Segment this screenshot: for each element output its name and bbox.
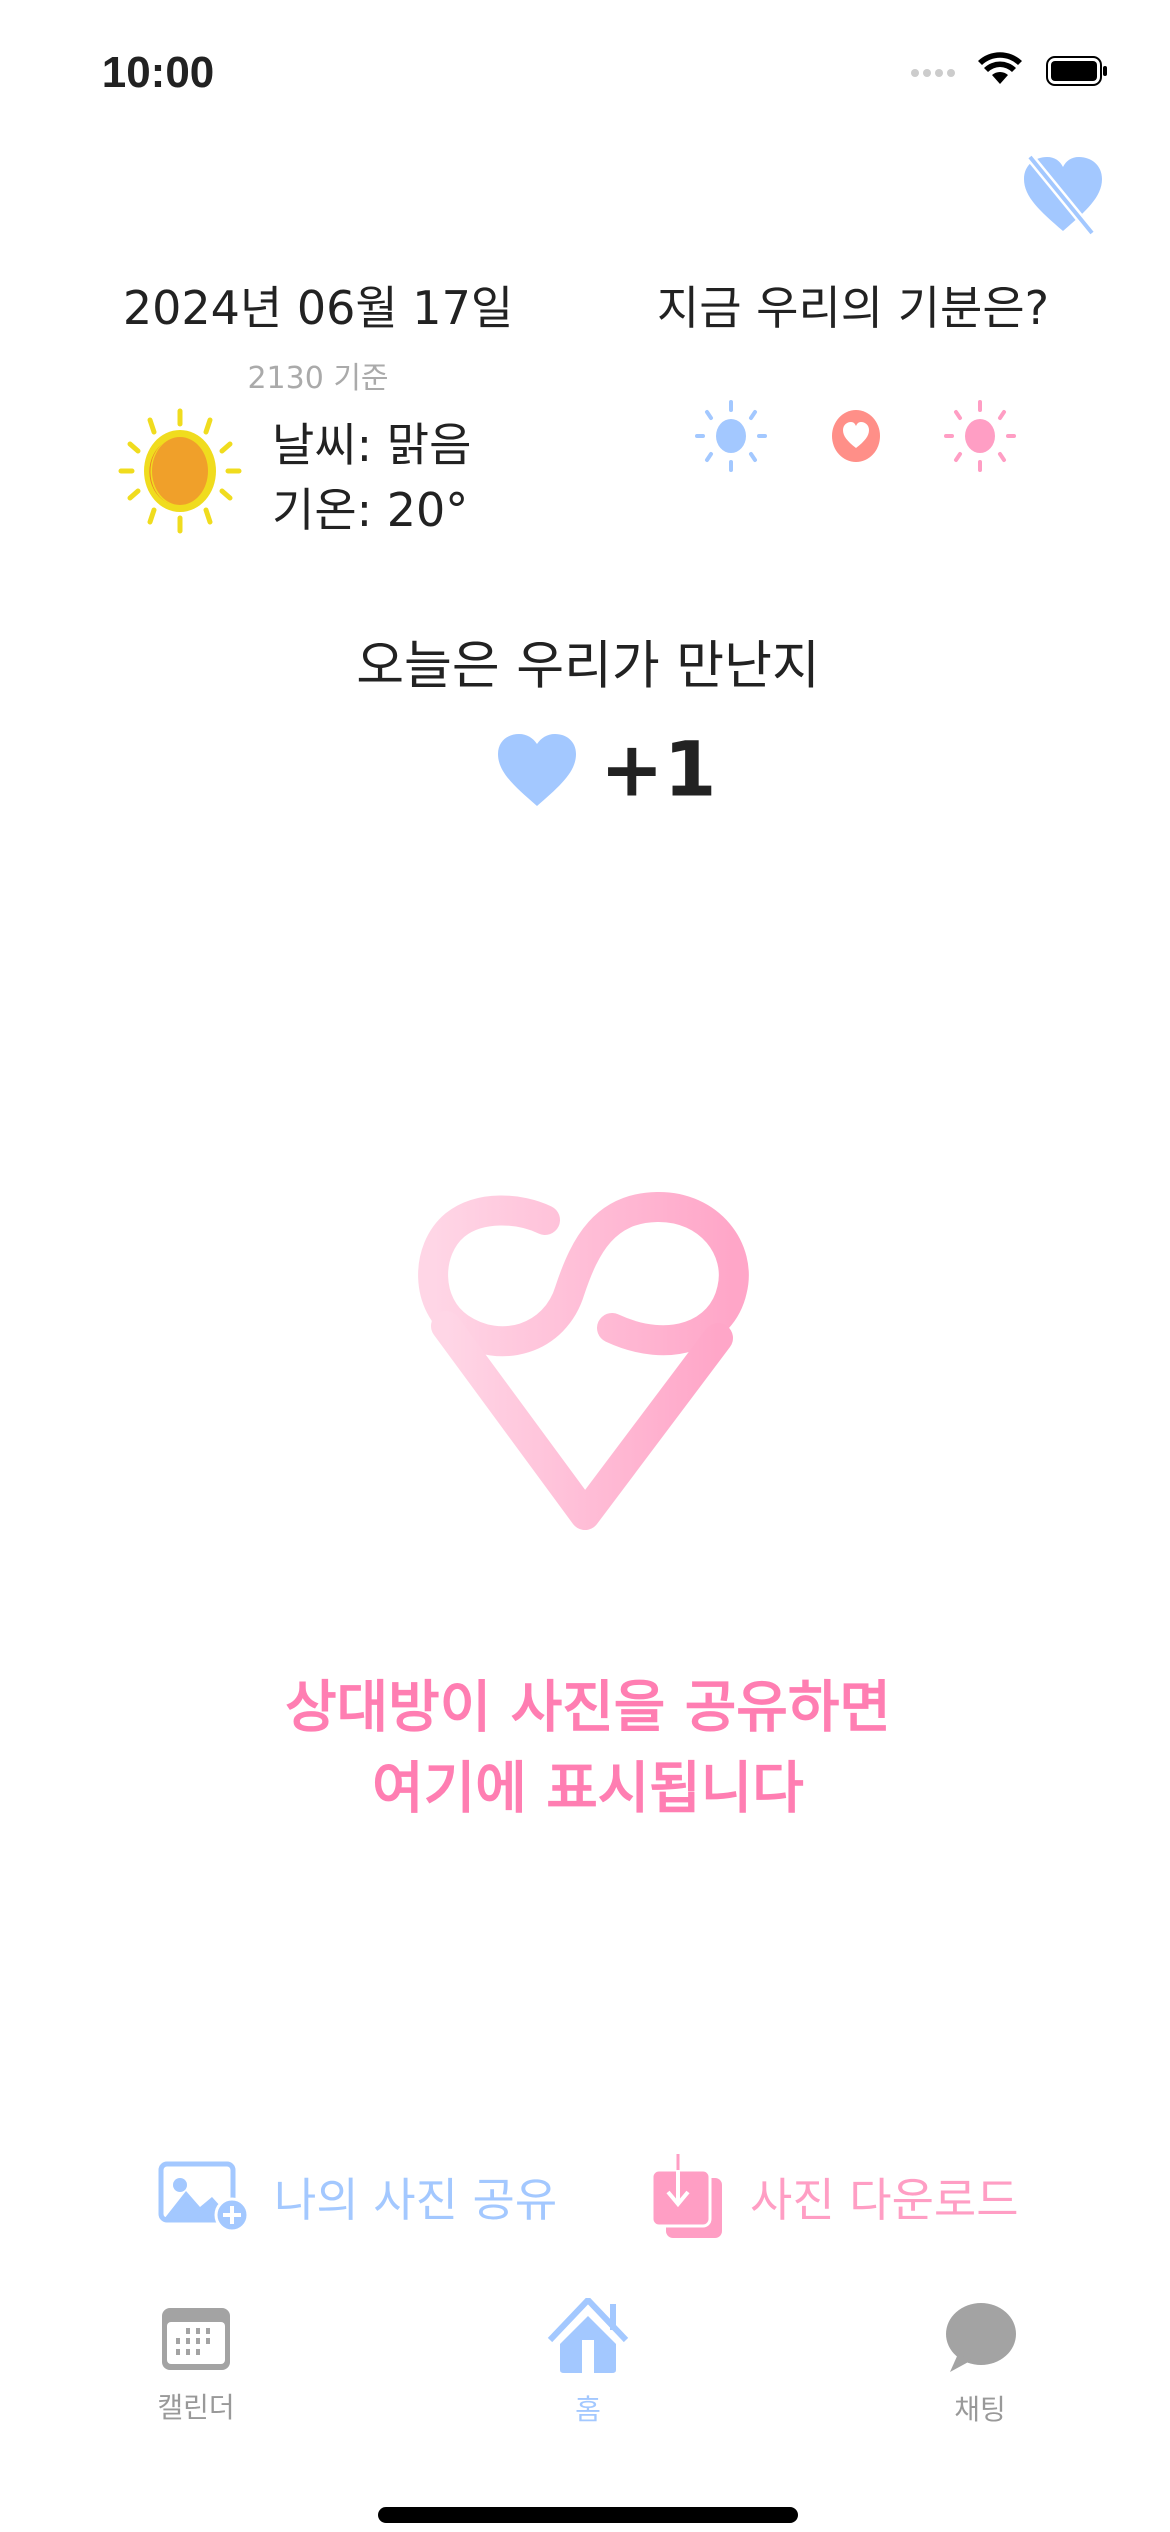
sun-icon: [118, 408, 242, 534]
anniversary-title: 오늘은 우리가 만난지: [356, 636, 820, 697]
tab-calendar[interactable]: 캘린더: [96, 2306, 296, 2426]
calendar-icon: [162, 2308, 230, 2370]
tab-chat[interactable]: 채팅: [880, 2302, 1080, 2428]
mood-heart-icon[interactable]: [830, 408, 882, 464]
empty-photo-message-line2: 여기에 표시됩니다: [372, 1756, 804, 1822]
battery-icon: [1046, 56, 1107, 86]
photo-add-icon: [158, 2161, 250, 2233]
weather-condition: 날씨: 맑음: [272, 418, 472, 472]
share-photo-button[interactable]: 나의 사진 공유: [158, 2161, 557, 2233]
share-photo-label: 나의 사진 공유: [274, 2173, 558, 2227]
heart-icon: [498, 734, 576, 806]
empty-photo-message-line1: 상대방이 사진을 공유하면: [285, 1675, 891, 1741]
heart-slash-button[interactable]: [1020, 155, 1106, 235]
status-time: 10:00: [101, 48, 215, 97]
tab-calendar-label: 캘린더: [157, 2391, 235, 2424]
days-count: +1: [600, 724, 717, 814]
tab-home[interactable]: 홈: [488, 2298, 688, 2428]
chat-bubble-icon: [946, 2303, 1016, 2372]
weather-basis-time: 2130 기준: [247, 361, 389, 396]
mood-sun-blue-icon[interactable]: [695, 400, 767, 472]
app-logo-icon: [418, 1191, 749, 1530]
temperature: 기온: 20°: [272, 483, 469, 537]
download-icon: [650, 2154, 722, 2238]
tab-home-label: 홈: [575, 2393, 601, 2426]
mood-question: 지금 우리의 기분은?: [656, 281, 1050, 335]
download-photo-button[interactable]: 사진 다운로드: [650, 2154, 1019, 2240]
today-date: 2024년 06월 17일: [122, 281, 514, 335]
tab-chat-label: 채팅: [954, 2393, 1006, 2426]
home-icon: [547, 2298, 629, 2373]
home-indicator: [378, 2507, 798, 2523]
wifi-icon: [978, 52, 1022, 84]
mood-sun-pink-icon[interactable]: [944, 400, 1016, 472]
signal-icon: [911, 69, 955, 77]
download-photo-label: 사진 다운로드: [750, 2173, 1019, 2227]
